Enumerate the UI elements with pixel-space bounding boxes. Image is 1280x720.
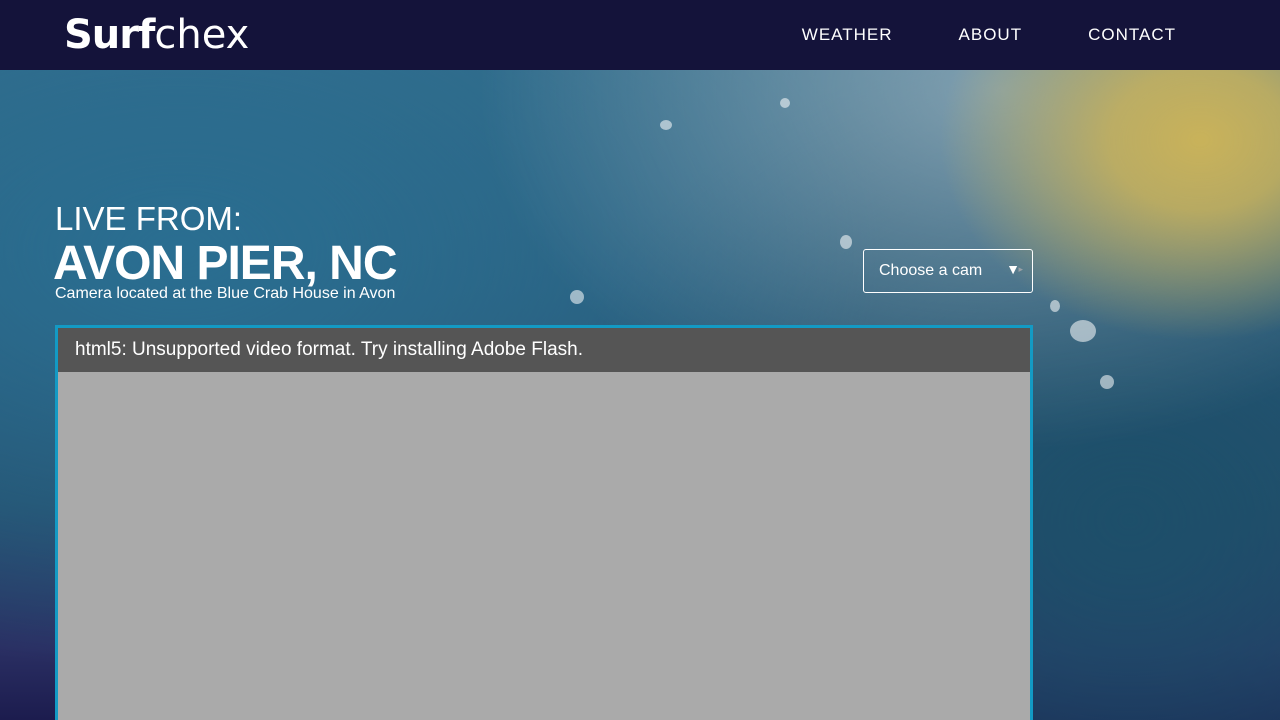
video-area[interactable] [58,372,1030,720]
spray-decoration [1070,320,1096,342]
cam-select-value: Choose a cam [879,262,983,279]
camera-location-subtitle: Camera located at the Blue Crab House in… [55,285,396,302]
top-navbar: Surf chex WEATHER ABOUT CONTACT [0,0,1280,70]
nav-menu: WEATHER ABOUT CONTACT [736,0,1176,70]
spray-decoration [660,120,672,130]
page-title: AVON PIER, NC [53,237,397,290]
nav-item-about[interactable]: ABOUT [959,25,1023,45]
cam-select-dropdown[interactable]: Choose a cam ▼ ▸ [863,249,1033,293]
spray-decoration [1050,300,1060,312]
surfchex-logo[interactable]: Surf chex [64,15,249,55]
spray-decoration [780,98,790,108]
spray-decoration [1100,375,1114,389]
nav-item-contact[interactable]: CONTACT [1088,25,1176,45]
video-player[interactable]: html5: Unsupported video format. Try ins… [55,325,1033,720]
small-arrow-icon: ▸ [1018,264,1023,274]
logo-bold-text: Surf [64,12,155,58]
spray-decoration [840,235,852,249]
player-error-message: html5: Unsupported video format. Try ins… [58,328,1030,372]
hero-eyebrow: LIVE FROM: [55,200,243,237]
nav-item-weather[interactable]: WEATHER [802,25,893,45]
spray-decoration [570,290,584,304]
logo-thin-text: chex [154,12,250,58]
